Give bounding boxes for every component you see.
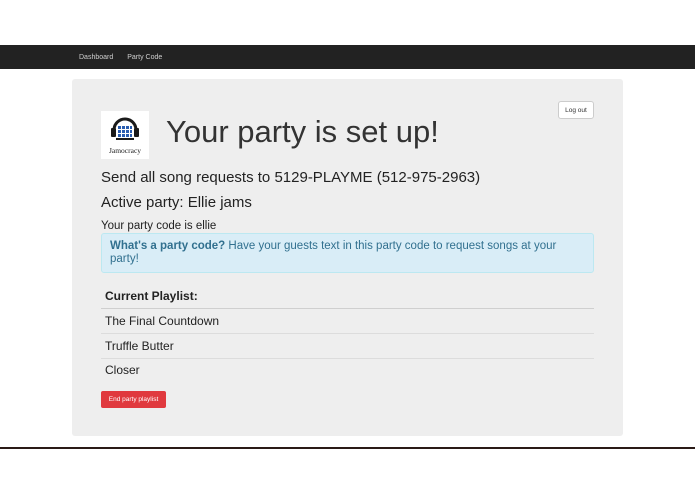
logo-text: Jamocracy	[108, 146, 142, 155]
party-code-info-alert: What's a party code? Have your guests te…	[101, 233, 594, 273]
party-code-text: Your party code is ellie	[101, 220, 217, 232]
alert-heading: What's a party code?	[110, 240, 226, 252]
bottom-blank	[0, 449, 695, 494]
playlist-header: Current Playlist:	[101, 284, 594, 309]
playlist-row: The Final Countdown	[105, 313, 220, 328]
sms-number-text: Send all song requests to 5129-PLAYME (5…	[101, 169, 481, 186]
nav-link-dashboard[interactable]: Dashboard	[79, 54, 113, 61]
page-title: Your party is set up!	[166, 114, 439, 149]
playlist-row: Closer	[101, 357, 594, 383]
top-blank	[0, 0, 695, 45]
active-party-text: Active party: Ellie jams	[101, 194, 252, 211]
logout-button[interactable]: Log out	[558, 101, 594, 119]
nav-link-party-code[interactable]: Party Code	[127, 54, 162, 61]
top-navbar: Dashboard Party Code	[0, 45, 695, 69]
playlist-row: Truffle Butter	[101, 333, 594, 358]
ballot-box-icon	[111, 117, 139, 140]
playlist-table: Current Playlist: The Final Countdown Tr…	[101, 284, 594, 382]
party-panel: Log out Jamocracy Your party is set up! …	[72, 79, 623, 436]
jamocracy-logo: Jamocracy	[101, 111, 149, 159]
end-party-button[interactable]: End party playlist	[101, 391, 166, 408]
